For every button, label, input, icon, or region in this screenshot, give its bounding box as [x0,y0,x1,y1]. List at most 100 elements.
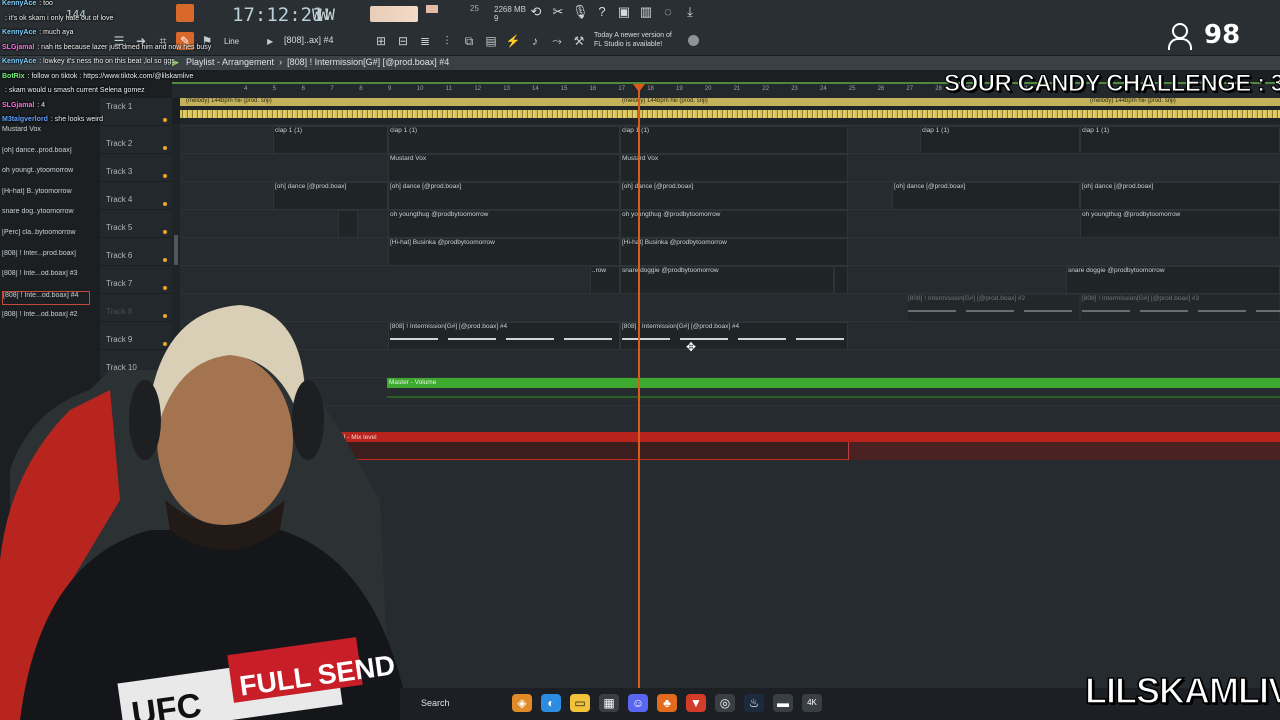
brave-app-icon[interactable]: ▼ [686,694,706,712]
clip-note-line [1082,310,1130,312]
channel-item[interactable]: [Perc] cla..bytoomorrow [2,229,90,243]
clip-note-line [796,338,844,340]
chat-username: M3talgverlord [2,116,48,123]
mix-level-curve-2 [848,442,1280,460]
cut-icon[interactable]: ✂ [550,4,566,20]
folder-app-icon[interactable]: ▭ [570,694,590,712]
tools-icon[interactable]: ⚒ [570,32,588,50]
clip-note-line [506,338,554,340]
chrome-app-icon[interactable]: ◎ [715,694,735,712]
melody-clip-label-2: (melody) 144bpm hiii (prod. snji) [622,98,708,104]
save-icon[interactable]: ▣ [616,4,632,20]
track-mute-led[interactable] [163,174,167,178]
ruler-tick: 25 [848,86,856,92]
playlist-breadcrumb: [808] ! Intermission[G#] [@prod.boax] #4 [287,57,450,67]
clip-note-line [564,338,612,340]
ruler-tick: 27 [906,86,914,92]
chat-text: : follow on tiktok : https://www.tiktok.… [27,72,194,80]
clip-note-line [622,338,670,340]
chat-message: SLGjamal: nah its because lazer just dme… [2,44,211,51]
update-globe-icon[interactable] [688,35,699,46]
mixer-window-icon[interactable]: ⫶ [438,32,456,50]
ruler-tick: 8 [359,86,363,92]
chat-text: : it's ok skam i only hate out of love [5,14,114,22]
clip-label: clap 1 (1) [622,127,650,134]
chat-text: : much aya [39,29,74,36]
app-icon-10[interactable]: ▬ [773,694,793,712]
ruler-tick: 16 [589,86,597,92]
piano-roll-icon[interactable]: ⊟ [394,32,412,50]
master-volume-automation[interactable] [387,378,1280,388]
track-name: Track 7 [106,279,133,288]
clip-label: [808] ! Intermission[G#] [@prod.boax] #2 [908,295,1026,302]
channel-item[interactable]: [Hi-hat] B..ytoomorrow [2,188,90,202]
clip-note-line [1140,310,1188,312]
link-icon[interactable]: ⤳ [548,32,566,50]
track-mute-led[interactable] [163,146,167,150]
ruler-tick: 10 [416,86,424,92]
track-scrollbar-thumb[interactable] [174,235,178,265]
download-icon[interactable]: ⤓ [682,4,698,20]
mix-level-automation[interactable] [330,432,1280,442]
update-notice[interactable]: Today A newer version of FL Studio is av… [594,31,672,49]
channel-item[interactable]: snare dog..ytoomorrow [2,208,90,222]
taskbar-search[interactable]: Search [421,698,450,708]
clip-label: [808] ! Intermission[G#] [@prod.boax] #3 [1082,295,1200,302]
4k-app-icon[interactable]: 4K [802,694,822,712]
playhead-marker[interactable] [633,84,645,92]
clip[interactable] [834,266,848,294]
ruler-tick: 26 [877,86,885,92]
ruler-tick: 13 [503,86,510,92]
browser-icon[interactable]: ▤ [482,32,500,50]
clip-label: oh youngthug @prodbytoomorrow [622,211,721,218]
channel-item[interactable]: [808] ! Inte...od.boax] #3 [2,270,90,284]
track-mute-led[interactable] [163,258,167,262]
ruler-tick: 17 [618,86,626,92]
track-name: Track 3 [106,167,133,176]
steam-app-icon[interactable]: ♨ [744,694,764,712]
toolbar-icon-group: ⟲ ✂ 🎙 ? ▣ ▥ ◌ ⤓ [528,4,698,20]
tempo-icon[interactable]: ♪ [526,32,544,50]
plug-icon[interactable]: ⚡ [504,32,522,50]
clip-label: ..row [592,267,607,274]
clip[interactable] [338,210,358,238]
play-icon[interactable]: ▸ [261,32,279,50]
ruler-tick: 6 [301,86,305,92]
update-notice-text: Today A newer version of FL Studio is av… [594,32,672,48]
discord-app-icon[interactable]: ☺ [628,694,648,712]
clip-note-line [1256,310,1280,312]
clip-label: clap 1 (1) [922,127,950,134]
clip-label: snare doggie @prodbytoomorrow [622,267,719,274]
chat-icon[interactable]: ◌ [660,4,676,20]
chat-message: : skam would u smash current Selena gome… [2,87,145,94]
playlist-icon[interactable]: ⊞ [372,32,390,50]
plugin-icon[interactable]: ⧉ [460,32,478,50]
mixer-icon[interactable]: ▥ [638,4,654,20]
channel-list: Mustard Vox [oh] dance..prod.boax] oh youn… [0,124,94,324]
channel-item[interactable]: oh youngt..ytoomorrow [2,167,90,181]
channel-rack-icon[interactable]: ≣ [416,32,434,50]
ruler-tick: 12 [474,86,482,92]
clip-label: Mustard Vox [390,155,427,162]
edge-app-icon[interactable]: ◐ [541,694,561,712]
ruler-tick: 28 [935,86,942,92]
store-app-icon[interactable]: ▦ [599,694,619,712]
pattern-selector[interactable]: [808]..ax] #4 [284,35,334,45]
undo-icon[interactable]: ⟲ [528,4,544,20]
ruler-tick: 5 [272,86,277,92]
explorer-app-icon[interactable]: ◈ [512,694,532,712]
track-mute-led[interactable] [163,286,167,290]
chat-username: KennyAce [2,0,37,7]
channel-item[interactable]: [808] ! Inter...prod.boax] [2,250,90,264]
track-mute-led[interactable] [163,202,167,206]
track-mute-led[interactable] [163,230,167,234]
channel-item[interactable]: [oh] dance..prod.boax] [2,147,90,161]
ruler-tick: 23 [791,86,798,92]
help-icon[interactable]: ? [594,4,610,20]
microphone-icon[interactable]: 🎙 [572,4,589,20]
chat-username: SLGjamal [2,101,35,109]
playhead[interactable] [638,84,640,688]
memory-usage: 2268 MB 9 [494,5,526,23]
melody-clip-label-3: (melody) 144bpm hiii (prod. snji) [1090,98,1176,104]
fl-studio-app-icon[interactable]: ♣ [657,694,677,712]
